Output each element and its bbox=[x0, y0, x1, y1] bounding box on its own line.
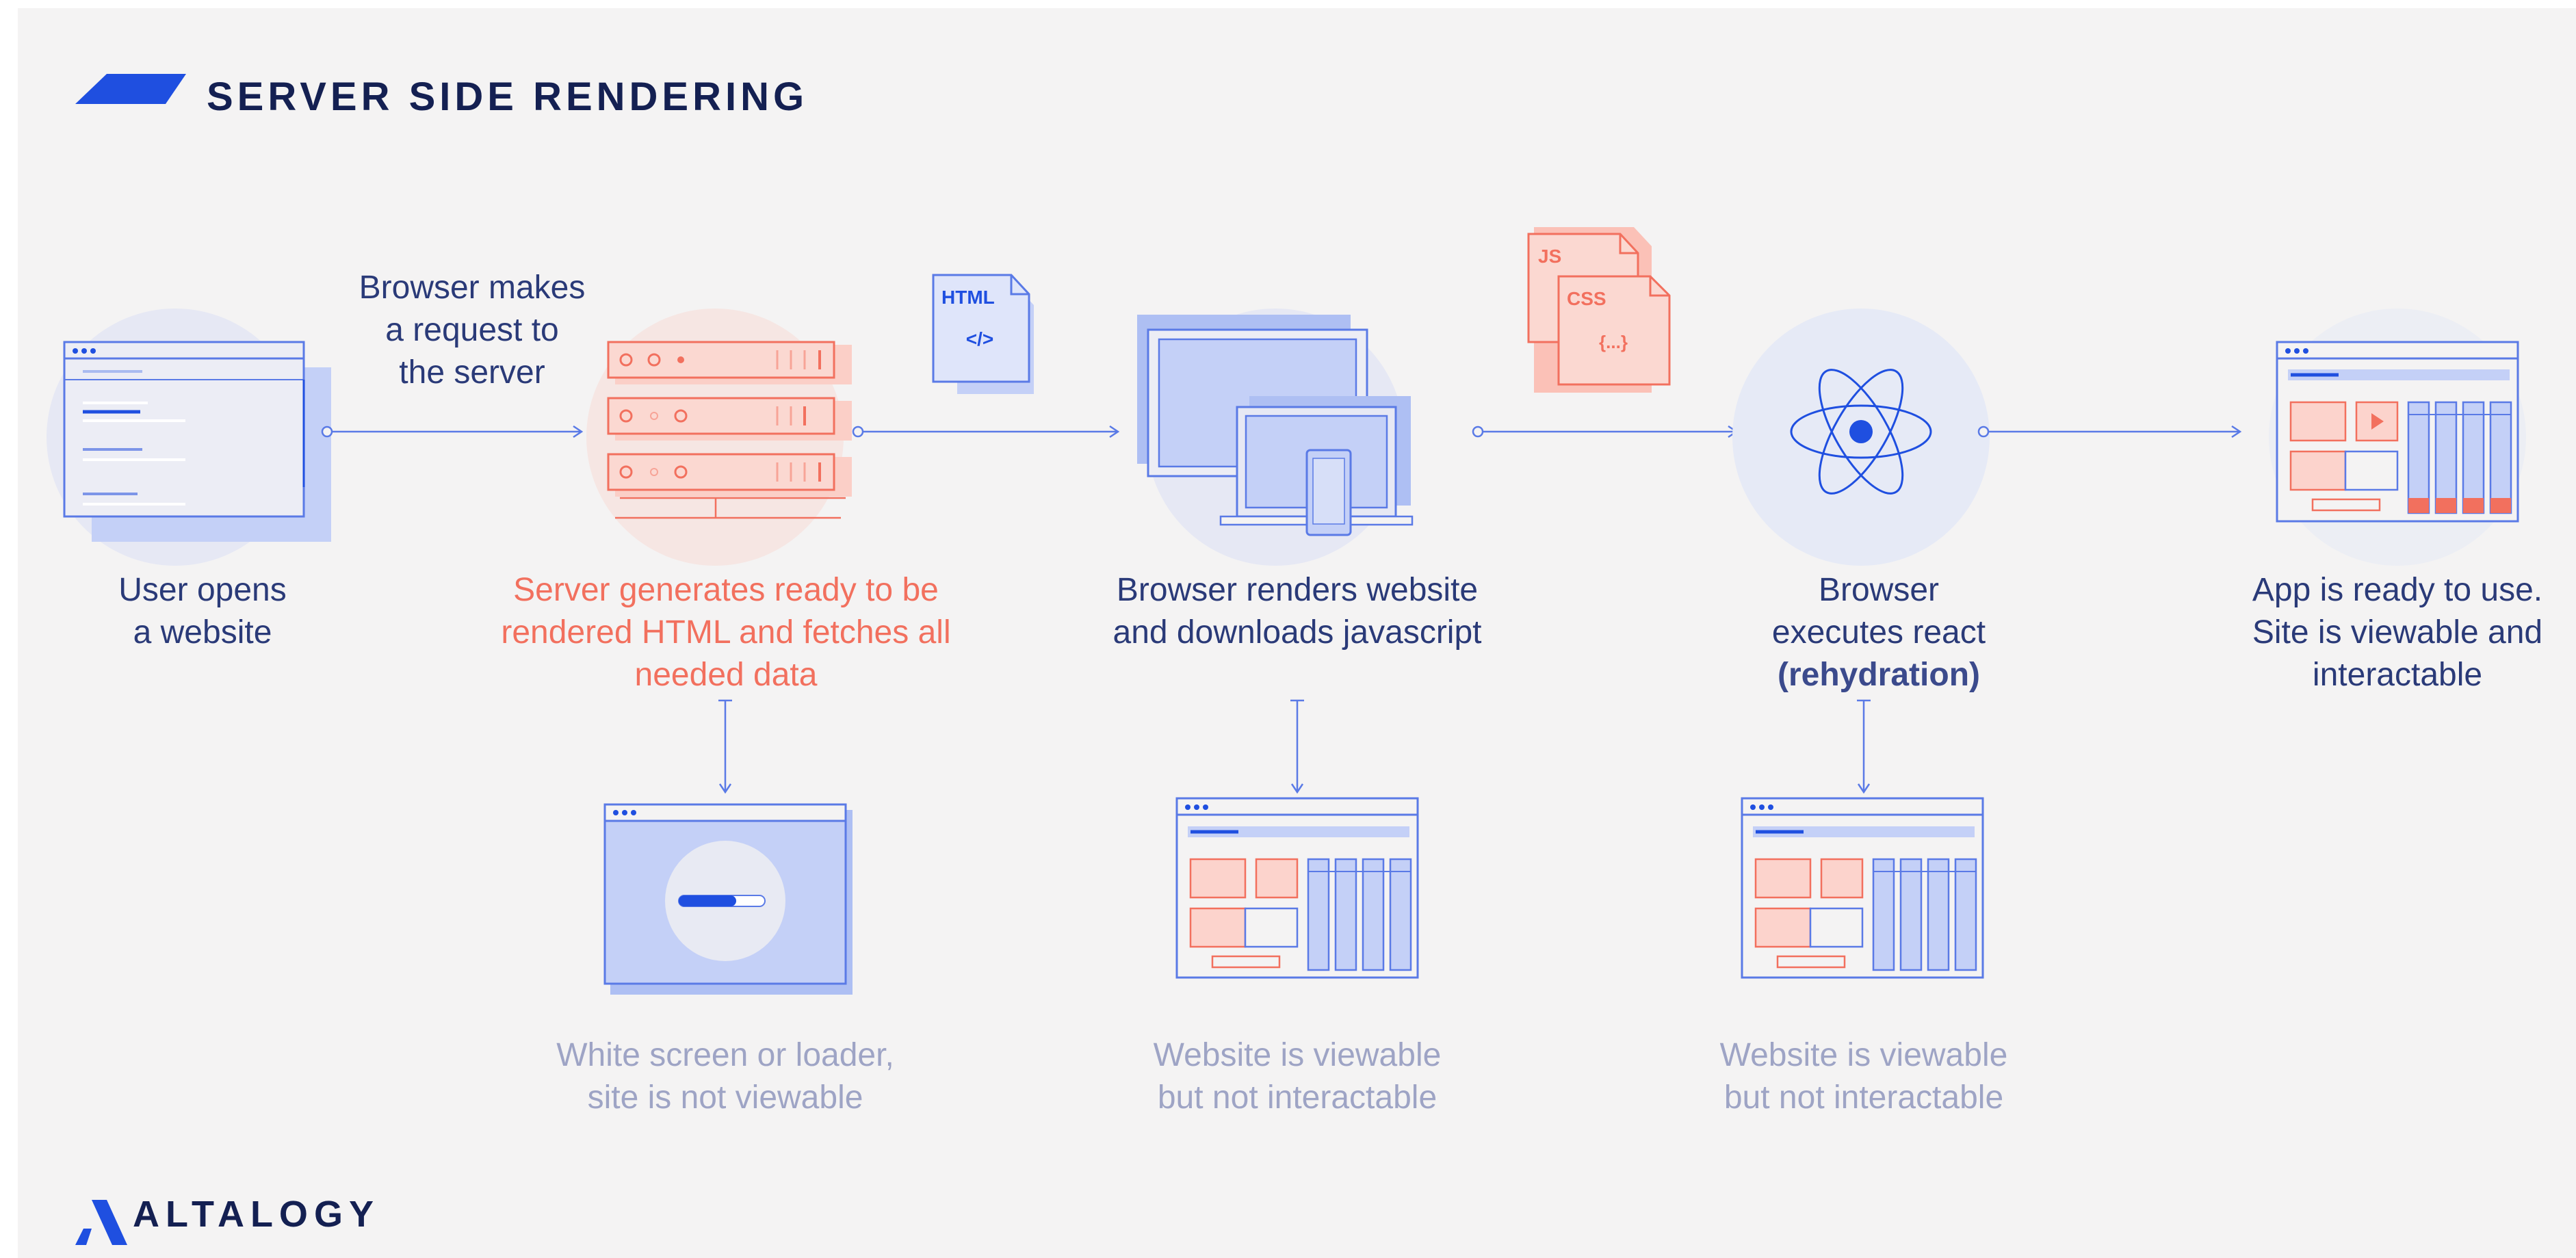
title-accent-bar bbox=[75, 74, 186, 104]
altalogy-logo-icon bbox=[75, 1200, 127, 1245]
substate-2-label: Website is viewable but not interactable bbox=[1092, 1034, 1502, 1119]
step-4-label: Browser executes react (rehydration) bbox=[1660, 569, 2098, 696]
diagram-canvas: HTML </> JS CSS {...} SERVER SIDE RENDER… bbox=[18, 8, 2576, 1258]
connector-arrow-2 bbox=[852, 425, 1120, 438]
substate-2-label-line: Website is viewable bbox=[1153, 1037, 1442, 1073]
step-5-label-line: interactable bbox=[2312, 657, 2483, 693]
step-1-label-line: a website bbox=[133, 614, 272, 651]
step-4-label-line: executes react bbox=[1771, 614, 1986, 651]
static-page-icon bbox=[1175, 797, 1419, 979]
static-page-icon bbox=[1741, 797, 1984, 979]
connector-arrow-1 bbox=[321, 425, 584, 438]
request-label: Browser makes a request to the server bbox=[319, 267, 625, 394]
step-4-label-line: Browser bbox=[1818, 572, 1940, 608]
down-arrow-2 bbox=[1290, 699, 1304, 794]
connector-arrow-4 bbox=[1977, 425, 2242, 438]
step-2-label-line: needed data bbox=[634, 657, 818, 693]
substate-1-label: White screen or loader, site is not view… bbox=[497, 1034, 954, 1119]
request-label-line: Browser makes bbox=[359, 270, 586, 306]
substate-3-label: Website is viewable but not interactable bbox=[1658, 1034, 2069, 1119]
react-atom-icon bbox=[1732, 309, 1990, 566]
html-badge-symbol: </> bbox=[966, 328, 993, 350]
js-badge-title: JS bbox=[1538, 246, 1561, 267]
request-label-line: the server bbox=[399, 354, 545, 391]
substate-3-label-line: but not interactable bbox=[1723, 1079, 2004, 1116]
browser-window-icon bbox=[47, 309, 331, 566]
substate-1-label-line: site is not viewable bbox=[587, 1079, 863, 1116]
step-1-label: User opens a website bbox=[45, 569, 360, 654]
substate-2-label-line: but not interactable bbox=[1157, 1079, 1437, 1116]
step-4-emphasis: (rehydration) bbox=[1777, 657, 1980, 693]
css-badge-symbol: {...} bbox=[1599, 332, 1628, 352]
step-3-label: Browser renders website and downloads ja… bbox=[1044, 569, 1550, 654]
connector-arrow-3 bbox=[1472, 425, 1739, 438]
step-3-label-line: and downloads javascript bbox=[1113, 614, 1482, 651]
step-2-label: Server generates ready to be rendered HT… bbox=[469, 569, 983, 696]
css-badge-title: CSS bbox=[1567, 288, 1606, 309]
request-label-line: a request to bbox=[385, 312, 559, 348]
step-1-label-line: User opens bbox=[118, 572, 287, 608]
step-5-label-line: App is ready to use. bbox=[2252, 572, 2543, 608]
substate-1-label-line: White screen or loader, bbox=[556, 1037, 894, 1073]
substate-3-label-line: Website is viewable bbox=[1719, 1037, 2008, 1073]
step-3-label-line: Browser renders website bbox=[1116, 572, 1479, 608]
multi-device-icon bbox=[1137, 309, 1414, 566]
page-title: SERVER SIDE RENDERING bbox=[207, 75, 809, 119]
brand-name: ALTALOGY bbox=[133, 1194, 380, 1235]
step-2-label-line: Server generates ready to be bbox=[513, 572, 939, 608]
server-rack-icon bbox=[586, 309, 852, 566]
interactive-app-icon bbox=[2269, 309, 2526, 566]
step-5-label: App is ready to use. Site is viewable an… bbox=[2220, 569, 2575, 696]
down-arrow-1 bbox=[718, 699, 732, 794]
loader-window-icon bbox=[603, 803, 853, 995]
html-badge-title: HTML bbox=[941, 287, 995, 308]
down-arrow-3 bbox=[1857, 699, 1871, 794]
step-2-label-line: rendered HTML and fetches all bbox=[501, 614, 951, 651]
step-5-label-line: Site is viewable and bbox=[2252, 614, 2543, 651]
